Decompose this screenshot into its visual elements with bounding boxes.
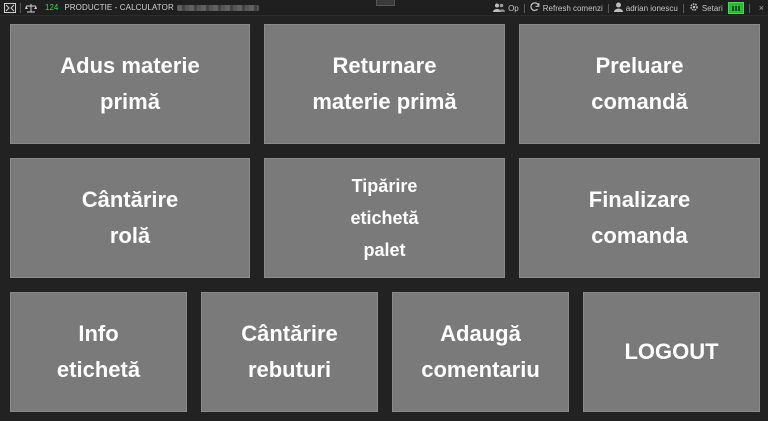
tile-label-line: rebuturi bbox=[247, 357, 332, 382]
tile-label-line: Adaugă bbox=[440, 321, 521, 346]
users-icon bbox=[493, 3, 506, 14]
close-icon[interactable]: × bbox=[759, 3, 764, 13]
adus-materie-prima-button[interactable]: Adus materie primă bbox=[10, 24, 250, 144]
user-icon bbox=[613, 2, 623, 14]
title-bar: 124 PRODUCTIE - CALCULATOR Op Refresh co… bbox=[0, 0, 768, 16]
app-logo-icon bbox=[4, 0, 16, 16]
tile-label-line: comandă bbox=[591, 89, 688, 114]
tile-label-line: etichetă bbox=[350, 208, 419, 228]
tile-label-line: etichetă bbox=[56, 357, 141, 382]
tile-label-line: rolă bbox=[109, 223, 151, 248]
counter-value: 124 bbox=[45, 3, 59, 12]
info-eticheta-button[interactable]: Info etichetă bbox=[10, 292, 187, 412]
tile-label-line: Cântărire bbox=[241, 321, 338, 346]
user-menu[interactable]: adrian ionescu bbox=[613, 2, 678, 14]
tile-label-line: LOGOUT bbox=[624, 339, 719, 364]
logout-button[interactable]: LOGOUT bbox=[583, 292, 760, 412]
tile-label-line: Cântărire bbox=[81, 187, 179, 212]
operators-label: Op bbox=[508, 3, 519, 13]
connection-status-icon bbox=[727, 2, 744, 14]
tile-label-line: Adus materie bbox=[60, 53, 200, 78]
refresh-orders-button[interactable]: Refresh comenzi bbox=[530, 2, 603, 14]
finalizare-comanda-button[interactable]: Finalizare comanda bbox=[519, 158, 760, 278]
divider bbox=[748, 3, 750, 13]
tile-label-line: Info bbox=[78, 321, 119, 346]
divider bbox=[523, 3, 525, 13]
tile-label-line: Finalizare bbox=[588, 187, 691, 212]
tile-label-line: Preluare bbox=[595, 53, 684, 78]
settings-label: Setari bbox=[701, 3, 723, 13]
tile-label-line: comentariu bbox=[421, 357, 540, 382]
returnare-materie-prima-button[interactable]: Returnare materie primă bbox=[264, 24, 505, 144]
adauga-comentariu-button[interactable]: Adaugă comentariu bbox=[392, 292, 569, 412]
tiparire-eticheta-palet-button[interactable]: Tipărire etichetă palet bbox=[264, 158, 505, 278]
gear-icon bbox=[689, 2, 699, 14]
window-title: PRODUCTIE - CALCULATOR bbox=[64, 3, 174, 12]
tile-label-line: Returnare bbox=[332, 53, 437, 78]
window-grip-handle[interactable] bbox=[376, 0, 395, 6]
cantarire-rola-button[interactable]: Cântărire rolă bbox=[10, 158, 250, 278]
tile-label-line: palet bbox=[363, 240, 406, 260]
tile-label-line: primă bbox=[100, 89, 160, 114]
cantarire-rebuturi-button[interactable]: Cântărire rebuturi bbox=[201, 292, 378, 412]
preluare-comanda-button[interactable]: Preluare comandă bbox=[519, 24, 760, 144]
tile-label-line: comanda bbox=[591, 223, 688, 248]
divider bbox=[607, 3, 609, 13]
blurred-order-info bbox=[176, 4, 259, 11]
settings-button[interactable]: Setari bbox=[689, 2, 723, 14]
divider bbox=[682, 3, 684, 13]
user-name: adrian ionescu bbox=[625, 3, 678, 13]
scale-icon[interactable] bbox=[25, 0, 37, 16]
refresh-label: Refresh comenzi bbox=[542, 3, 603, 13]
tile-label-line: materie primă bbox=[312, 89, 457, 114]
refresh-icon bbox=[530, 2, 540, 14]
divider bbox=[20, 2, 21, 13]
tile-label-line: Tipărire bbox=[351, 176, 418, 196]
operators-button[interactable]: Op bbox=[493, 3, 519, 14]
